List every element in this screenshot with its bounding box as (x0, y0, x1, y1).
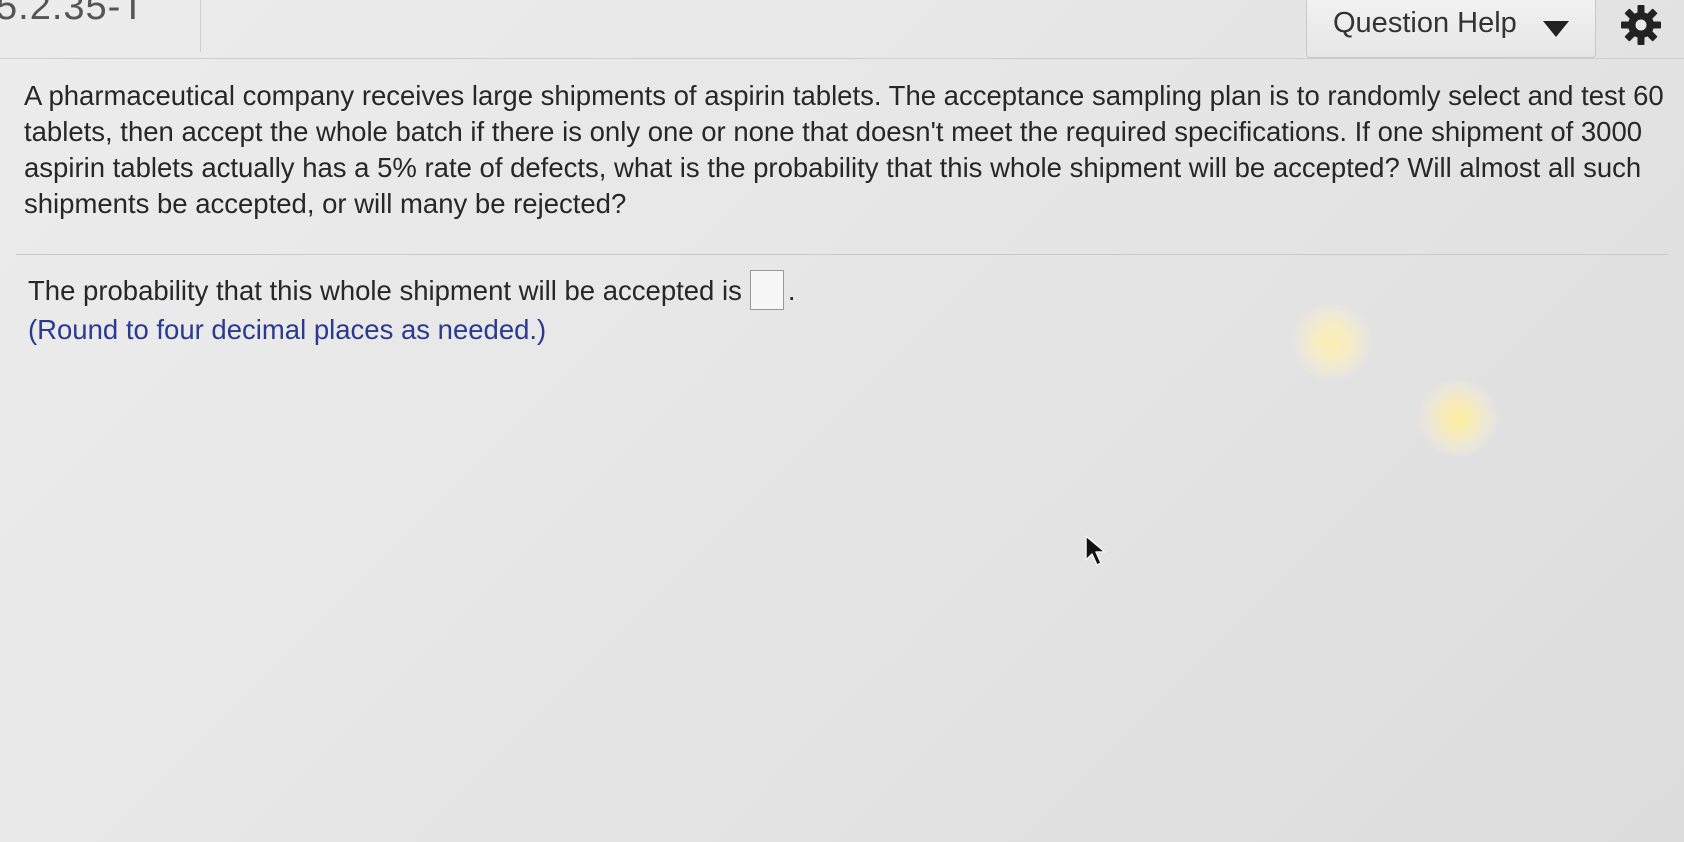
answer-input[interactable] (749, 270, 784, 310)
header-divider (0, 58, 1684, 59)
question-help-label: Question Help (1333, 7, 1517, 39)
answer-row: The probability that this whole shipment… (28, 270, 796, 310)
gear-icon (1621, 5, 1661, 45)
top-bar: 5.2.35-T Question Help (0, 0, 1684, 62)
answer-suffix: . (787, 275, 796, 306)
screen-glare (1292, 304, 1372, 380)
answer-prompt: The probability that this whole shipment… (28, 275, 742, 306)
screen-glare (1418, 380, 1498, 456)
mouse-pointer-icon (1084, 534, 1110, 573)
caret-down-icon (1543, 21, 1569, 37)
rounding-hint: (Round to four decimal places as needed.… (28, 314, 547, 345)
question-text: A pharmaceutical company receives large … (24, 80, 1664, 219)
divider (200, 0, 201, 52)
problem-id: 5.2.35-T (0, 0, 146, 28)
section-divider (16, 254, 1668, 255)
settings-button[interactable] (1614, 2, 1668, 50)
question-help-button[interactable]: Question Help (1306, 0, 1596, 58)
